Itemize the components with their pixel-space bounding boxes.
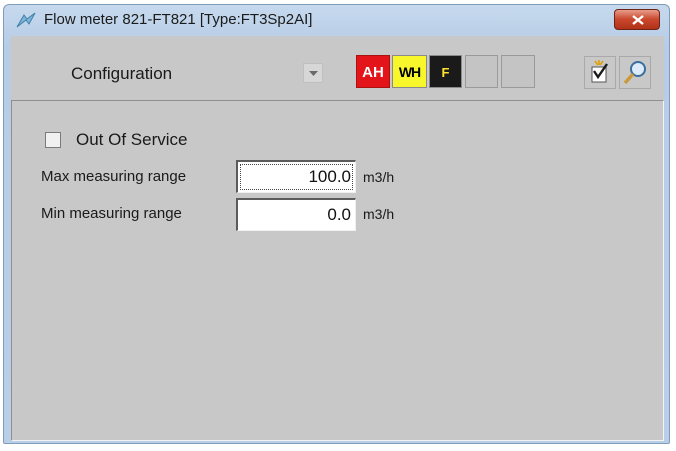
configuration-panel: Out Of Service Max measuring range 100.0…: [11, 100, 664, 441]
max-range-input[interactable]: 100.0: [236, 160, 356, 193]
out-of-service-label: Out Of Service: [76, 130, 188, 149]
magnifier-icon: [623, 61, 646, 85]
min-range-unit: m3/h: [363, 206, 395, 222]
window-title: Flow meter 821-FT821 [Type:FT3Sp2AI]: [44, 11, 313, 28]
title-bar[interactable]: Flow meter 821-FT821 [Type:FT3Sp2AI]: [4, 5, 669, 35]
faceplate-body: Configuration AH WH F Out Of Service Max…: [11, 36, 664, 441]
checklist-icon: [591, 60, 608, 83]
toolbar: Configuration AH WH F: [11, 36, 664, 98]
search-button[interactable]: [619, 56, 651, 89]
view-select-value: Configuration: [71, 64, 173, 83]
chevron-down-icon: [309, 71, 318, 76]
faceplate-window: Flow meter 821-FT821 [Type:FT3Sp2AI] Con…: [3, 4, 670, 444]
min-range-label: Min measuring range: [41, 205, 182, 222]
empty-indicator: [465, 55, 498, 88]
max-range-unit: m3/h: [363, 169, 395, 185]
flow-meter-icon: [16, 12, 36, 28]
checklist-button[interactable]: [584, 56, 616, 89]
close-button[interactable]: [614, 9, 660, 30]
max-range-label: Max measuring range: [41, 168, 187, 185]
fault-indicator: F: [429, 55, 462, 88]
empty-indicator: [501, 55, 535, 88]
out-of-service-checkbox[interactable]: [45, 132, 61, 148]
view-select[interactable]: Configuration: [66, 60, 323, 87]
warning-high-label: WH: [398, 64, 421, 80]
warning-high-indicator: WH: [392, 55, 427, 88]
alarm-high-indicator: AH: [356, 55, 390, 88]
dropdown-arrow-button[interactable]: [303, 63, 323, 83]
close-icon: [632, 15, 644, 25]
min-range-input[interactable]: 0.0: [236, 198, 356, 231]
fault-label: F: [441, 65, 450, 80]
alarm-high-label: AH: [362, 64, 384, 81]
